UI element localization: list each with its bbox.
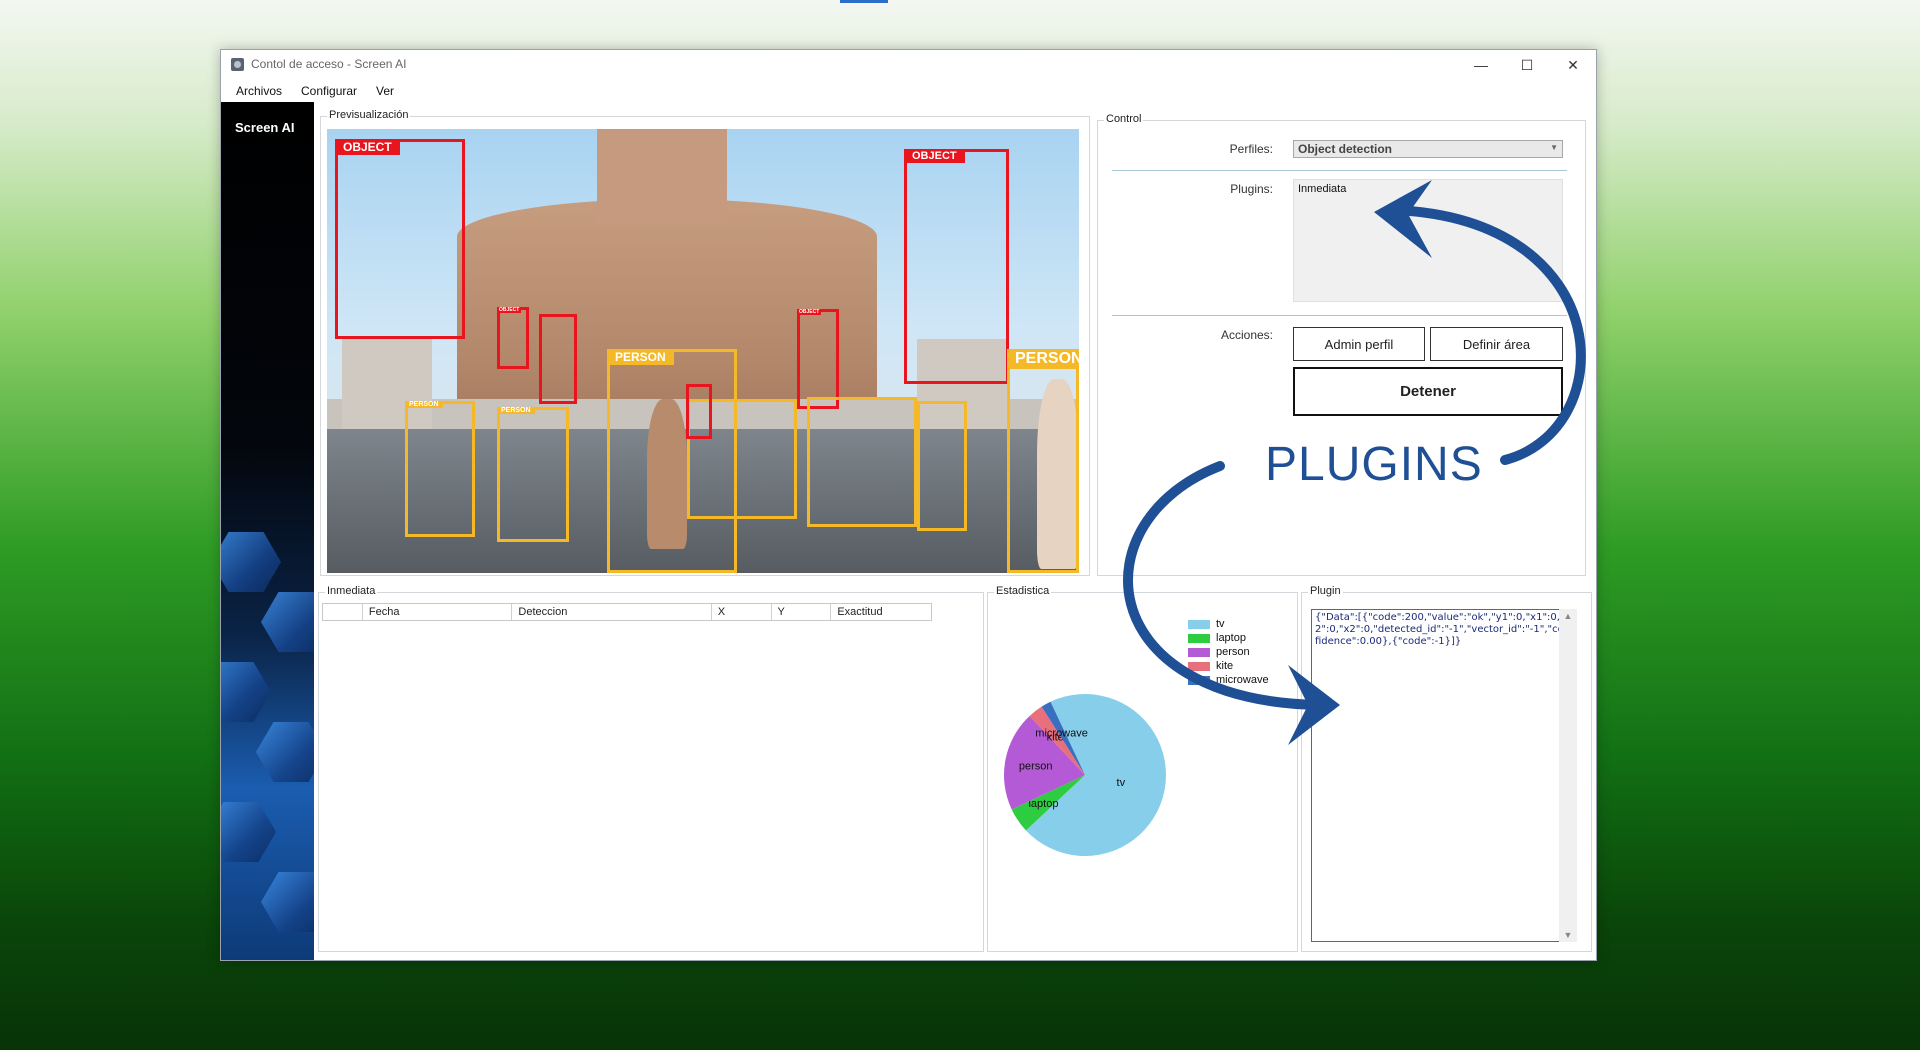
- plugins-annotation-text: PLUGINS: [1265, 438, 1483, 491]
- arrow-to-plugin-output: [1123, 461, 1323, 710]
- annotation-arrows: [1123, 180, 1586, 745]
- arrowhead: [1374, 180, 1432, 258]
